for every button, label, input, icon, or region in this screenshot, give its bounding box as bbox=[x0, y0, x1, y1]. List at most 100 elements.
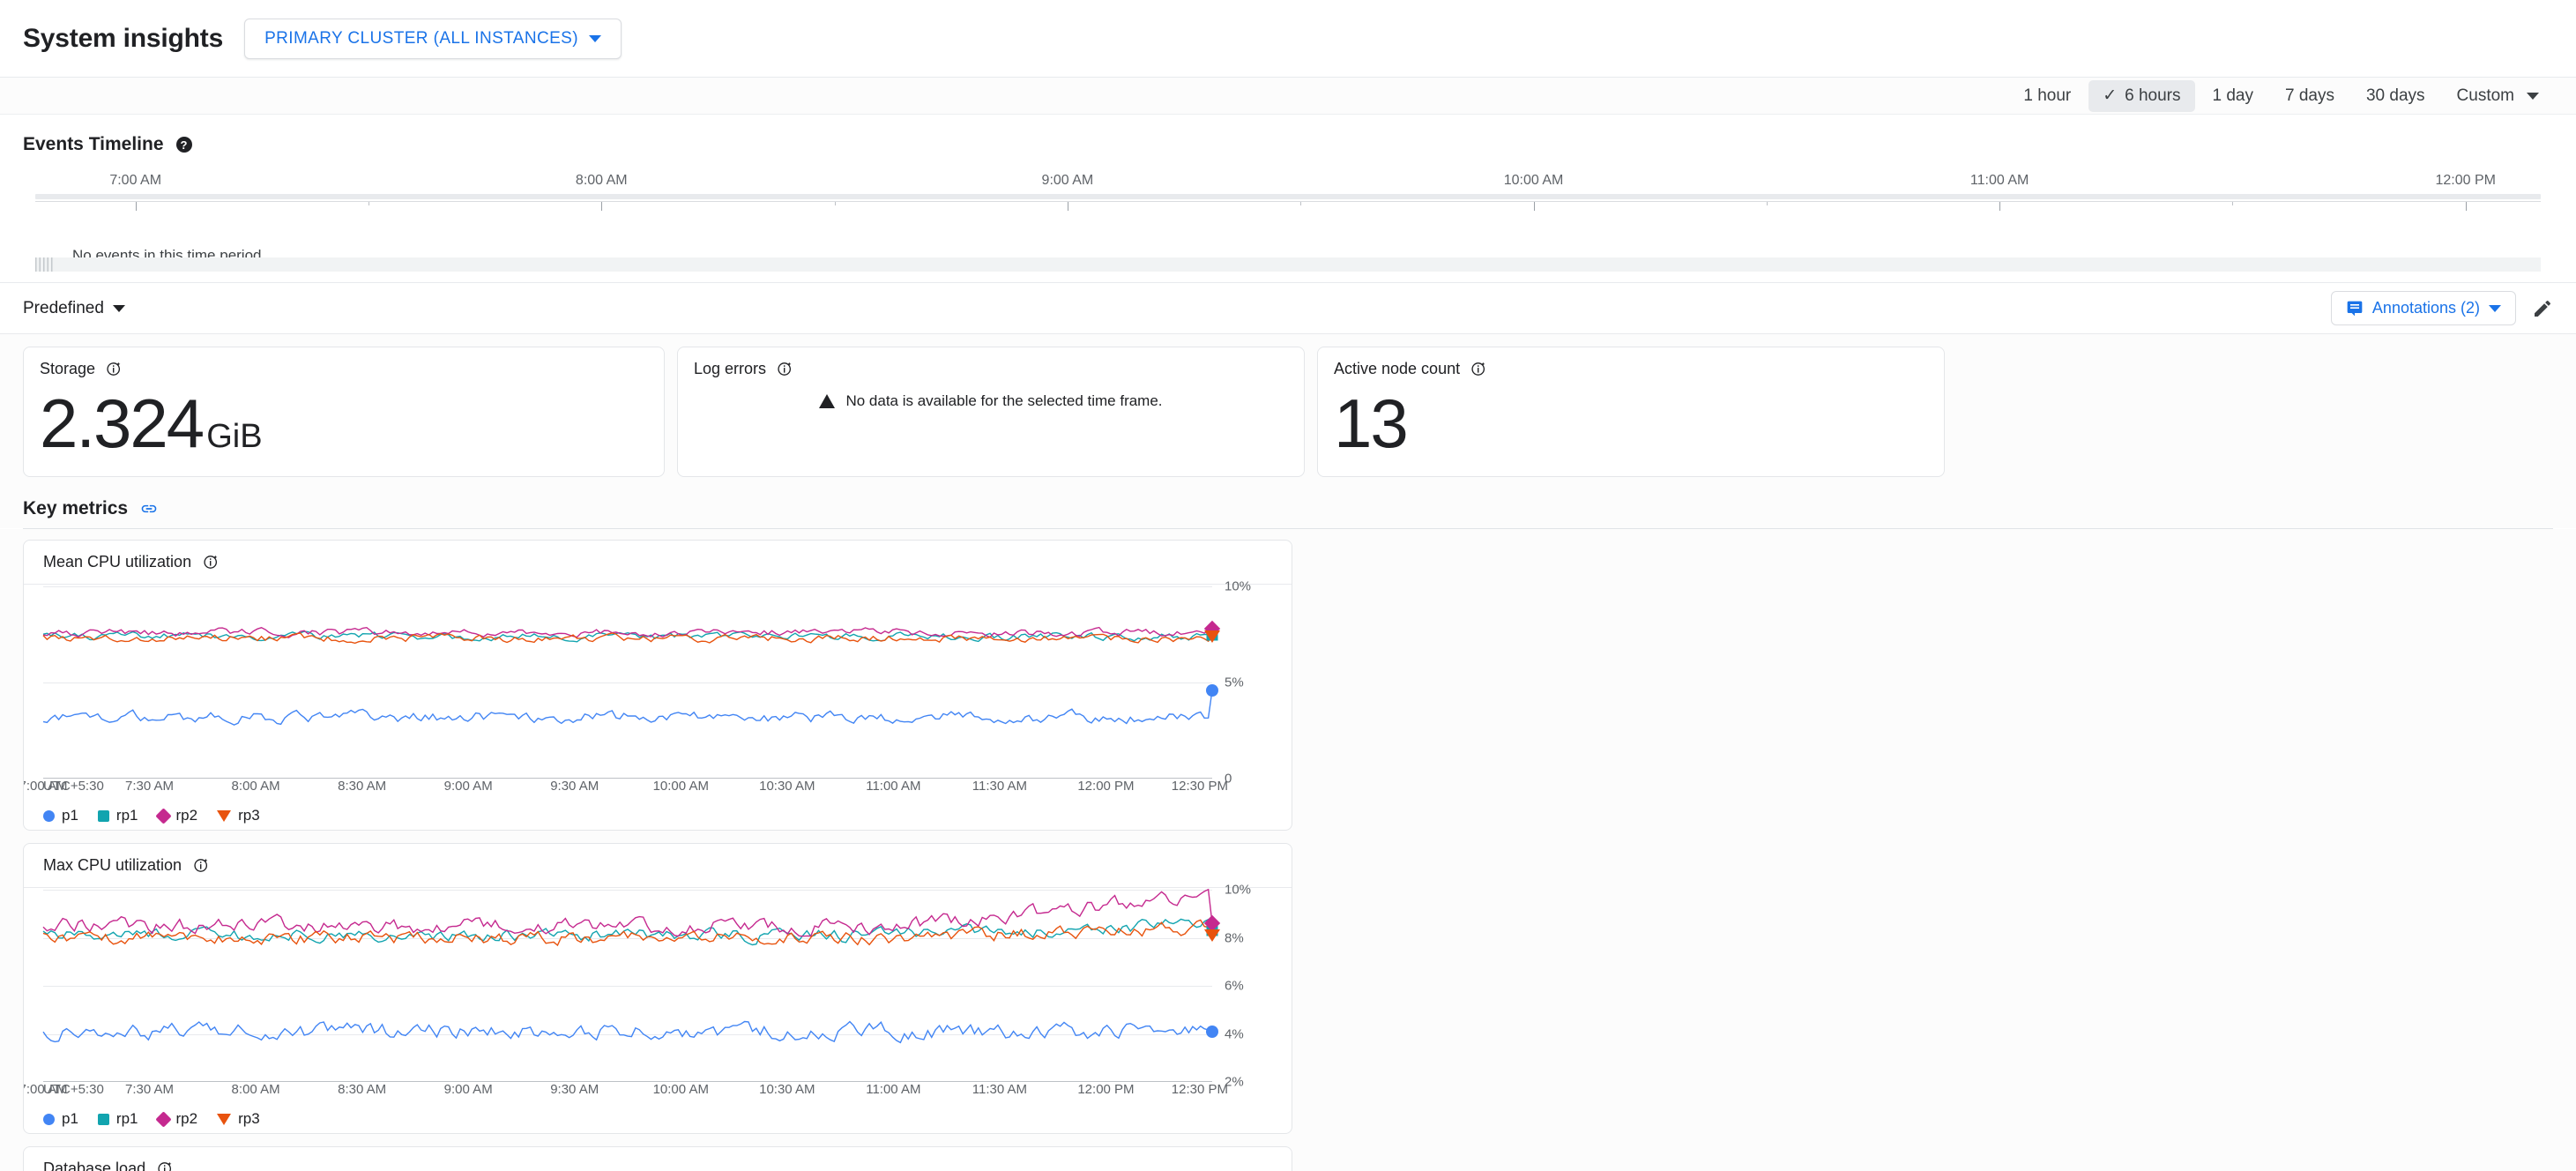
chevron-down-icon bbox=[2527, 92, 2539, 100]
chart-title: Mean CPU utilization bbox=[43, 553, 192, 571]
chart-legend: p1 rp1 rp2 rp3 bbox=[24, 798, 1292, 824]
info-icon[interactable] bbox=[193, 857, 210, 874]
chart-legend-item[interactable]: rp2 bbox=[154, 807, 198, 824]
time-range-label: 7 days bbox=[2285, 86, 2334, 105]
key-metrics-title: Key metrics bbox=[23, 498, 129, 518]
time-range-6-hours[interactable]: ✓ 6 hours bbox=[2088, 79, 2195, 112]
legend-marker-tri-icon bbox=[217, 1113, 232, 1125]
chevron-down-icon bbox=[2489, 304, 2501, 312]
time-range-label: 1 day bbox=[2212, 86, 2253, 105]
time-range-7-days[interactable]: 7 days bbox=[2271, 80, 2349, 112]
events-timeline-tick-label: 9:00 AM bbox=[1041, 173, 1094, 188]
cluster-selector-chip[interactable]: PRIMARY CLUSTER (ALL INSTANCES) bbox=[244, 18, 622, 59]
events-timeline-tick-label: 11:00 AM bbox=[1969, 173, 2029, 188]
time-range-custom[interactable]: Custom bbox=[2443, 80, 2553, 112]
info-icon[interactable] bbox=[157, 1160, 174, 1171]
chevron-down-icon bbox=[112, 304, 125, 312]
summary-card-label: Log errors bbox=[694, 360, 767, 377]
info-icon[interactable] bbox=[203, 554, 220, 571]
chart-x-tick-label: 12:30 PM bbox=[1171, 1082, 1228, 1097]
summary-card-storage: Storage 2.324 GiB bbox=[23, 347, 665, 477]
time-range-1-day[interactable]: 1 day bbox=[2199, 80, 2267, 112]
events-timeline-minor-tick bbox=[2232, 202, 2234, 205]
chart-title-row: Database load bbox=[24, 1160, 1292, 1171]
chart-endpoint-marker bbox=[1206, 683, 1218, 697]
events-timeline-header: Events Timeline ? bbox=[0, 115, 2576, 155]
help-icon[interactable]: ? bbox=[175, 137, 192, 153]
chart-legend-item[interactable]: p1 bbox=[43, 807, 78, 824]
time-range-30-days[interactable]: 30 days bbox=[2352, 80, 2439, 112]
summary-card-title: Storage bbox=[40, 360, 648, 378]
summary-card-log-errors: Log errors No data is available for the s… bbox=[677, 347, 1305, 477]
time-range-1-hour[interactable]: 1 hour bbox=[2009, 80, 2085, 112]
chart-x-tick-label: 10:00 AM bbox=[652, 779, 709, 794]
chart-legend-label: rp3 bbox=[238, 807, 260, 824]
events-timeline-track[interactable] bbox=[35, 194, 2541, 199]
chart-x-tick-label: 11:00 AM bbox=[866, 1082, 921, 1097]
chart-legend-item[interactable]: rp2 bbox=[154, 1110, 198, 1128]
chart-x-tick-label: 11:00 AM bbox=[866, 779, 921, 794]
time-range-label: 1 hour bbox=[2023, 86, 2072, 105]
chart-legend-item[interactable]: rp3 bbox=[217, 1110, 260, 1128]
chart-legend-item[interactable]: rp1 bbox=[97, 807, 138, 824]
events-timeline-tick bbox=[1999, 202, 2001, 211]
chart-x-tick-label: 12:00 PM bbox=[1077, 779, 1135, 794]
chart-y-tick-label: 10% bbox=[1225, 882, 1252, 898]
info-icon[interactable] bbox=[1470, 361, 1487, 377]
chart-card-max-cpu-utilization: Max CPU utilization 2% 4% 6% 8% 10% UTC+5:30 7:… bbox=[23, 843, 1292, 1134]
events-timeline-tick-label: 8:00 AM bbox=[575, 173, 628, 188]
chart-legend-label: rp2 bbox=[175, 1110, 198, 1127]
chevron-down-icon bbox=[588, 34, 601, 42]
info-icon[interactable] bbox=[777, 361, 793, 377]
time-range-label: 6 hours bbox=[2125, 86, 2181, 105]
page-header: System insights PRIMARY CLUSTER (ALL INS… bbox=[0, 0, 2576, 78]
key-metrics-header: Key metrics bbox=[0, 486, 2576, 528]
info-icon[interactable] bbox=[106, 361, 123, 377]
chart-x-tick-label: 7:00 AM bbox=[23, 779, 68, 794]
legend-marker-tri-icon bbox=[217, 809, 232, 822]
events-timeline-scrollbar[interactable] bbox=[35, 257, 2541, 272]
chart-series-svg bbox=[43, 586, 1212, 779]
chart-x-tick-label: 10:00 AM bbox=[652, 1082, 709, 1097]
toolbar-actions: Annotations (2) bbox=[2330, 291, 2553, 325]
events-timeline-axis: 7:00 AM 8:00 AM 9:00 AM 10:00 AM 11:00 AM 12:… bbox=[35, 173, 2541, 264]
warning-icon bbox=[819, 394, 836, 408]
summary-card-title: Active node count bbox=[1334, 360, 1928, 378]
chart-title: Max CPU utilization bbox=[43, 856, 182, 874]
dashboard-toolbar: Predefined Annotations (2) bbox=[0, 283, 2576, 334]
chart-x-tick-labels: UTC+5:30 7:00 AM 7:30 AM 8:00 AM 8:30 AM 9:00… bbox=[24, 1082, 1228, 1101]
system-insights-page: System insights PRIMARY CLUSTER (ALL INS… bbox=[0, 0, 2576, 1171]
chart-x-tick-label: 9:30 AM bbox=[550, 1082, 599, 1097]
chart-y-tick-label: 10% bbox=[1225, 578, 1252, 594]
summary-card-unit: GiB bbox=[206, 418, 263, 455]
chart-legend-label: rp3 bbox=[238, 1110, 260, 1127]
chart-series-line bbox=[43, 920, 1212, 945]
events-timeline-minor-tick bbox=[1766, 202, 1768, 205]
edit-pencil-icon[interactable] bbox=[2532, 298, 2553, 319]
chart-legend-label: rp2 bbox=[175, 807, 198, 824]
page-title: System insights bbox=[23, 23, 224, 53]
predefined-dropdown[interactable]: Predefined bbox=[23, 299, 125, 318]
legend-marker-diamond-icon bbox=[154, 1110, 172, 1128]
chart-x-tick-label: 8:30 AM bbox=[338, 779, 387, 794]
chart-series-svg bbox=[43, 890, 1212, 1082]
link-icon[interactable] bbox=[140, 500, 158, 518]
summary-card-active-node-count: Active node count 13 bbox=[1317, 347, 1945, 477]
chart-x-tick-label: 12:30 PM bbox=[1171, 779, 1228, 794]
annotations-button[interactable]: Annotations (2) bbox=[2330, 291, 2516, 325]
summary-card-label: Storage bbox=[40, 360, 96, 377]
chart-x-tick-label: 9:30 AM bbox=[550, 779, 599, 794]
chart-x-tick-label: 9:00 AM bbox=[443, 1082, 493, 1097]
chart-divider bbox=[24, 584, 1292, 585]
chart-card-mean-cpu-utilization: Mean CPU utilization 0 5% 10% UTC+5:30 7:00 A… bbox=[23, 540, 1292, 831]
events-timeline-tick bbox=[2465, 202, 2467, 211]
chart-legend-label: p1 bbox=[62, 807, 78, 824]
chart-x-tick-label: 8:30 AM bbox=[338, 1082, 387, 1097]
chart-legend-item[interactable]: rp3 bbox=[217, 807, 260, 824]
events-timeline-tick bbox=[135, 202, 137, 211]
drag-handle-icon[interactable] bbox=[35, 257, 55, 272]
legend-marker-diamond-icon bbox=[154, 807, 172, 824]
chart-legend-item[interactable]: rp1 bbox=[97, 1110, 138, 1128]
chart-series-line bbox=[43, 919, 1212, 944]
chart-legend-item[interactable]: p1 bbox=[43, 1110, 78, 1128]
